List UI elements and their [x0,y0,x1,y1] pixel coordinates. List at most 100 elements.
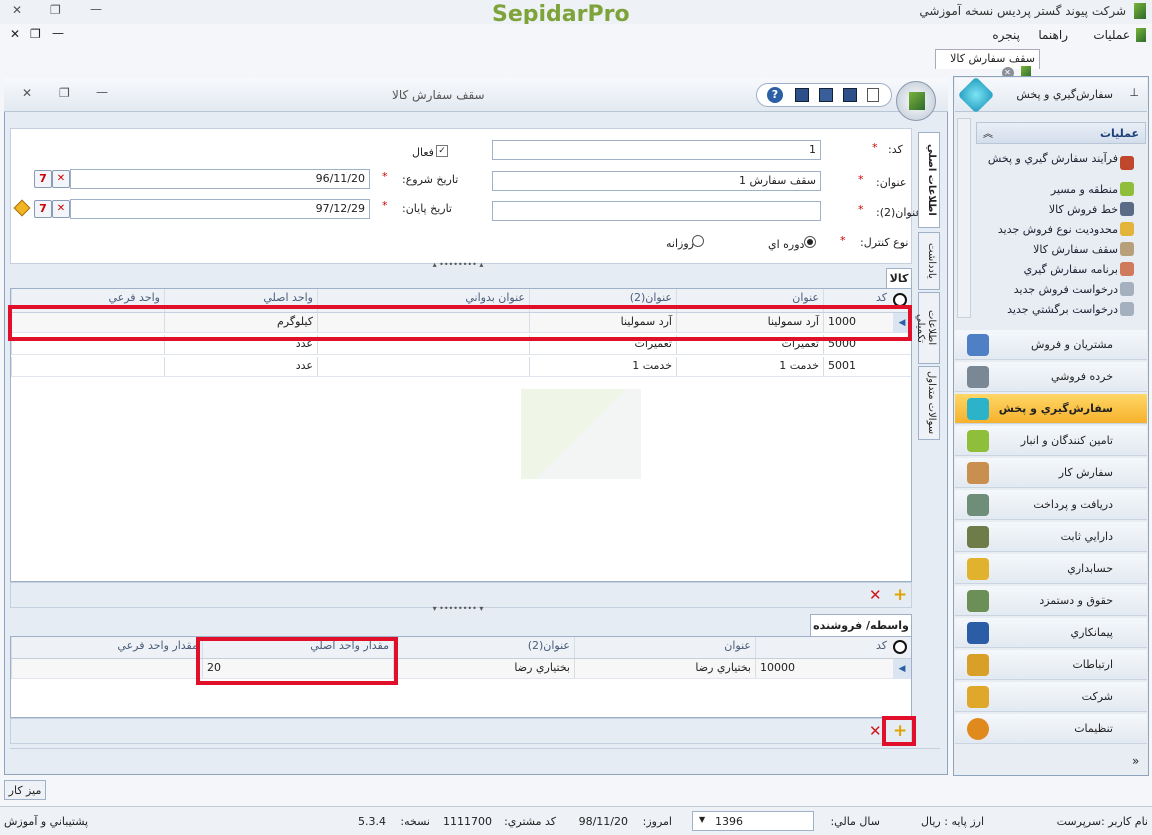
form-title: سقف سفارش کالا [392,88,485,102]
table-row[interactable]: 10000 بختياري رضا بختياري رضا 20 ◀ [11,659,911,679]
expand-icon[interactable]: » [1132,754,1139,768]
nav-suppliers[interactable]: تامين کنندگان و انبار [955,426,1147,456]
status-today: 98/11/20 [578,815,628,828]
form-restore-icon[interactable]: ❐ [59,86,70,100]
form-minimize-icon[interactable]: — [96,85,108,99]
menu-operations[interactable]: عمليات [1093,28,1130,42]
clear-date-icon[interactable]: ✕ [52,200,70,218]
daily-radio[interactable] [692,235,704,247]
nav-label: سفارش کار [1058,466,1113,479]
save-close-icon[interactable] [795,88,809,102]
control-required-mark: * [840,234,846,247]
title-bar: ✕ ❐ — SepidarPro شرکت پيوند گستر پرديس ن… [0,0,1152,27]
ops-item[interactable]: درخواست فروش جديد [980,283,1118,296]
ops-item[interactable]: محدوديت نوع فروش جديد [980,223,1118,236]
code-input[interactable]: 1 [492,140,821,160]
end-date-input[interactable]: 97/12/29 [70,199,370,219]
active-checkbox[interactable]: ✓ [436,145,448,157]
module-title: سفارش‌گيري و پخش [1016,88,1113,101]
menu-window[interactable]: پنجره [992,28,1020,42]
delete-row-icon[interactable]: ✕ [869,722,882,740]
ops-item[interactable]: خط فروش کالا [980,203,1118,216]
mdi-close-icon[interactable]: ✕ [10,27,20,41]
side-tab-faq[interactable]: سوالات متداول [918,366,940,440]
nav-communications[interactable]: ارتباطات [955,650,1147,680]
col-title[interactable]: عنوان [574,637,755,658]
side-tab-main-info[interactable]: اطلاعات اصلي [918,132,940,228]
nav-work-order[interactable]: سفارش کار [955,458,1147,488]
fiscal-year-value: 1396 [715,815,743,828]
search-icon[interactable] [893,640,907,654]
mdi-minimize-icon[interactable]: — [52,26,64,40]
col-sub-qty[interactable]: مقدار واحد فرعي [11,637,202,658]
nav-payments[interactable]: دريافت و پرداخت [955,490,1147,520]
ops-item[interactable]: سقف سفارش کالا [980,243,1118,256]
side-tab-extra-info[interactable]: اطلاعات تکميلي [915,292,940,364]
save-icon[interactable] [843,88,857,102]
settings-gear-icon [967,718,989,740]
side-tab-notes[interactable]: يادداشت [918,232,940,290]
nav-payroll[interactable]: حقوق و دستمزد [955,586,1147,616]
region-icon [1120,182,1134,196]
title2-input[interactable] [492,201,821,221]
ops-item[interactable]: فرآيند سفارش گيري و پخش [980,152,1118,165]
nav-label: دريافت و پرداخت [1033,498,1113,511]
nav-settings[interactable]: تنظيمات [955,714,1147,744]
goods-tab[interactable]: کالا [886,268,912,288]
document-tab[interactable]: سقف سفارش کالا ✕ [935,49,1040,79]
support-link[interactable]: پشتيباني و آموزش [4,815,88,828]
nav-contracting[interactable]: پيمانکاري [955,618,1147,648]
retail-icon [967,366,989,388]
suppliers-icon [967,430,989,452]
restore-icon[interactable]: ❐ [50,3,61,17]
pin-icon[interactable]: ⊥ [1129,86,1139,99]
desk-button[interactable]: ميز کار [4,780,46,800]
nav-label: حسابداري [1067,562,1113,575]
collapse-icon[interactable]: ︽ [983,125,993,140]
splitter-handle[interactable]: ▾ •••••••• ▾ [428,605,488,613]
ops-item[interactable]: درخواست برگشتي جديد [980,303,1118,316]
col-title2[interactable]: عنوان(2) [393,637,574,658]
nav-retail[interactable]: خرده فروشي [955,362,1147,392]
nav-order-distribution[interactable]: سفارش‌گيري و پخش [955,394,1147,424]
calendar-icon[interactable]: 7 [34,200,52,218]
fiscal-year-select[interactable]: 1396 ▼ [692,811,814,831]
start-date-input[interactable]: 96/11/20 [70,169,370,189]
period-radio[interactable] [804,236,816,248]
save-new-icon[interactable] [819,88,833,102]
payments-icon [967,494,989,516]
minimize-icon[interactable]: — [90,2,102,16]
agents-tab[interactable]: واسطه/ فروشنده [810,614,912,636]
table-row[interactable]: 5001 خدمت 1 خدمت 1 عدد [11,357,911,377]
close-icon[interactable]: ✕ [12,3,22,17]
new-doc-icon[interactable] [867,88,879,102]
nav-label: خرده فروشي [1050,370,1113,383]
restriction-icon [1120,222,1134,236]
splitter-handle[interactable]: ▴ •••••••• ▴ [428,261,488,269]
nav-company[interactable]: شرکت [955,682,1147,712]
add-row-icon[interactable]: + [893,585,907,605]
mdi-restore-icon[interactable]: ❐ [30,27,41,41]
ops-item[interactable]: منطقه و مسير [980,183,1118,196]
ops-scrollbar[interactable] [957,118,971,318]
calendar-icon[interactable]: 7 [34,170,52,188]
start-date-required-mark: * [382,170,388,183]
app-title: شرکت پيوند گستر پرديس نسخه آموزشي [919,4,1126,18]
form-close-icon[interactable]: ✕ [22,86,32,100]
delete-row-icon[interactable]: ✕ [869,586,882,604]
clear-date-icon[interactable]: ✕ [52,170,70,188]
communications-icon [967,654,989,676]
watermark-logo [521,389,641,479]
ops-header[interactable]: عمليات ︽ [976,122,1146,144]
title-input[interactable]: سقف سفارش 1 [492,171,821,191]
help-icon[interactable]: ? [767,87,783,103]
ops-item[interactable]: برنامه سفارش گيري [980,263,1118,276]
contracting-icon [967,622,989,644]
nav-customers[interactable]: مشتريان و فروش [955,330,1147,360]
col-code[interactable]: کد [755,637,891,658]
chevron-down-icon[interactable]: ▼ [699,815,705,824]
nav-accounting[interactable]: حسابداري [955,554,1147,584]
agents-grid-footer: ✕ + [10,718,912,744]
nav-fixed-assets[interactable]: دارايي ثابت [955,522,1147,552]
menu-help[interactable]: راهنما [1038,28,1068,42]
